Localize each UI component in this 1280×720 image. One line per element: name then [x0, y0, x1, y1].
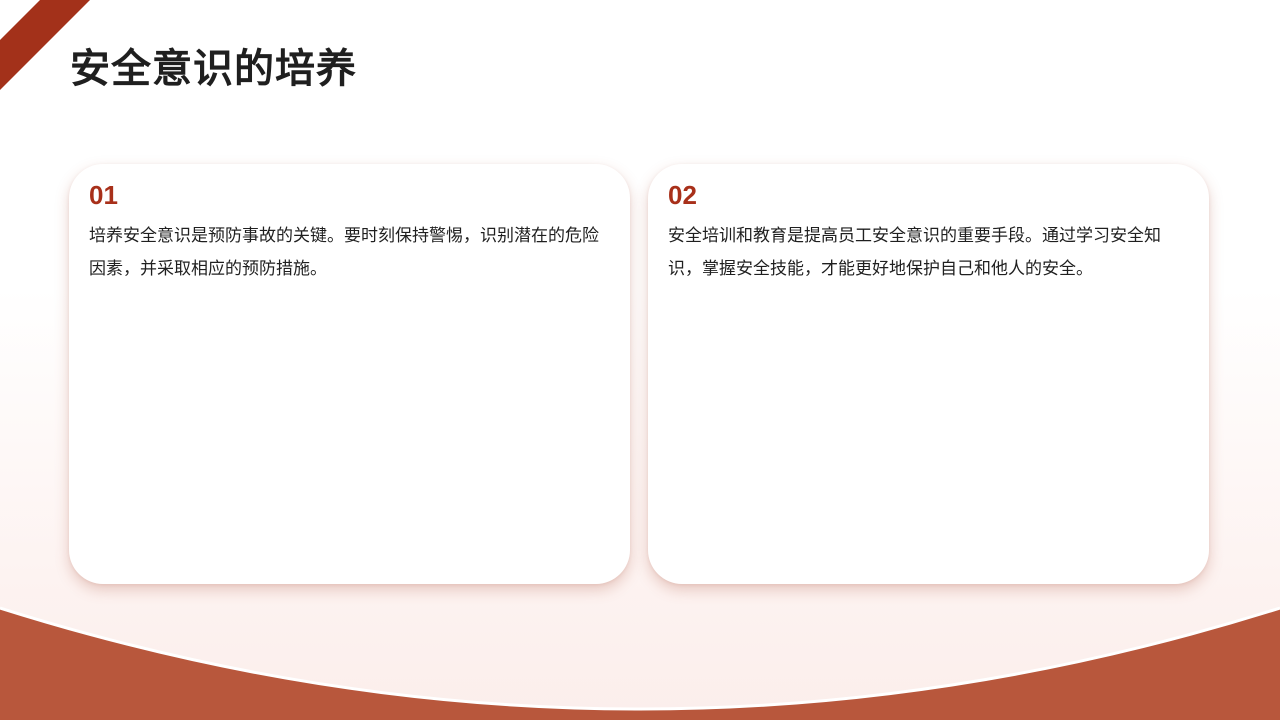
card-grid: 01 培养安全意识是预防事故的关键。要时刻保持警惕，识别潜在的危险因素，并采取相… [69, 164, 1209, 584]
bottom-wave-decoration [0, 606, 1280, 720]
card-number: 02 [668, 180, 697, 210]
card-text: 安全培训和教育是提高员工安全意识的重要手段。通过学习安全知识，掌握安全技能，才能… [668, 226, 1161, 279]
card-number: 01 [89, 180, 118, 210]
page-title: 安全意识的培养 [70, 46, 357, 92]
info-card-1: 01 培养安全意识是预防事故的关键。要时刻保持警惕，识别潜在的危险因素，并采取相… [69, 164, 630, 584]
card-text: 培养安全意识是预防事故的关键。要时刻保持警惕，识别潜在的危险因素，并采取相应的预… [89, 226, 599, 279]
info-card-2: 02 安全培训和教育是提高员工安全意识的重要手段。通过学习安全知识，掌握安全技能… [648, 164, 1209, 584]
